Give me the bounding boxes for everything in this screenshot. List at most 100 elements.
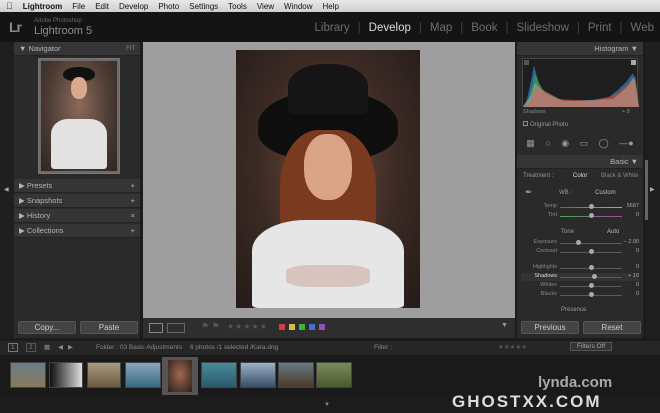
presets-header[interactable]: ▶ Presets + — [14, 179, 140, 193]
navigator-preview[interactable] — [38, 58, 120, 174]
filters-off-select[interactable]: Filters Off — [570, 342, 613, 351]
menu-view[interactable]: View — [257, 2, 274, 11]
right-panel: Histogram ▼ Shadows + 8 Original Photo ▦… — [517, 42, 643, 338]
page-1[interactable]: 1 — [8, 343, 18, 352]
module-map[interactable]: Map — [430, 22, 452, 34]
shirt-shape — [252, 220, 404, 308]
right-panel-scrollbar[interactable] — [645, 160, 648, 220]
reset-button[interactable]: Reset — [583, 321, 641, 334]
module-picker: Library | Develop | Map | Book | Slideshow | … — [314, 22, 654, 34]
navigator-header[interactable]: ▼ Navigator FIT — [14, 42, 140, 56]
module-library[interactable]: Library — [315, 22, 350, 34]
grid-icon[interactable]: ▦ — [44, 343, 50, 351]
center-toolbar: ⚑ ⚑ ★★★★★ ▼ — [143, 318, 515, 338]
treatment-color[interactable]: Color — [573, 173, 587, 179]
label-red[interactable] — [279, 324, 285, 330]
thumbnail-3[interactable] — [87, 362, 121, 388]
adjustment-brush-icon[interactable]: —● — [619, 138, 633, 148]
source-path[interactable]: Folder : 03 Basic Adjustments — [96, 344, 182, 351]
original-photo-row[interactable]: Original Photo — [523, 121, 568, 128]
radial-filter-icon[interactable]: ◯ — [599, 138, 609, 149]
menu-develop[interactable]: Develop — [119, 2, 148, 11]
page-2[interactable]: 2 — [26, 343, 36, 352]
menu-photo[interactable]: Photo — [158, 2, 179, 11]
forward-arrow-icon[interactable]: ▶ — [68, 343, 73, 351]
navigator-thumbnail — [41, 61, 117, 171]
hat-crown-shape — [288, 64, 368, 114]
menu-edit[interactable]: Edit — [95, 2, 109, 11]
menu-settings[interactable]: Settings — [189, 2, 218, 11]
module-web[interactable]: Web — [631, 22, 654, 34]
slider-contrast[interactable]: Contrast 0 — [521, 248, 639, 256]
thumbnail-selected-frame[interactable] — [162, 357, 198, 395]
module-book[interactable]: Book — [471, 22, 497, 34]
spot-removal-icon[interactable]: ○ — [545, 138, 550, 148]
nav-fit[interactable]: FIT — [126, 46, 135, 52]
filter-stars-icon[interactable]: ★★★★★ — [498, 343, 527, 351]
treatment-bw[interactable]: Black & White — [601, 173, 638, 179]
right-collapse-icon: ▶ — [650, 187, 655, 193]
module-print[interactable]: Print — [588, 22, 612, 34]
collections-header[interactable]: ▶ Collections + — [14, 224, 140, 238]
red-eye-icon[interactable]: ◉ — [561, 138, 569, 149]
adobe-label: Adobe Photoshop — [34, 18, 82, 24]
thumbnail-7[interactable] — [240, 362, 276, 388]
menu-tools[interactable]: Tools — [228, 2, 247, 11]
label-blue[interactable] — [309, 324, 315, 330]
histogram-header[interactable]: Histogram ▼ — [517, 42, 643, 56]
tool-strip: ▦ ○ ◉ ▭ ◯ —● — [521, 136, 639, 150]
slider-shadows[interactable]: Shadows + 10 — [521, 273, 639, 281]
slider-tint[interactable]: Tint 0 — [521, 212, 639, 220]
histogram-graph[interactable] — [522, 58, 639, 107]
before-after-icon[interactable] — [167, 323, 185, 333]
shadow-clip-indicator[interactable] — [524, 60, 529, 65]
thumbnail-2[interactable] — [49, 362, 83, 388]
module-slideshow[interactable]: Slideshow — [516, 22, 568, 34]
slider-blacks[interactable]: Blacks 0 — [521, 291, 639, 299]
menu-help[interactable]: Help — [323, 2, 339, 11]
tone-auto-button[interactable]: Auto — [607, 229, 619, 235]
basic-header[interactable]: Basic ▼ — [517, 155, 643, 169]
thumbnail-9[interactable] — [316, 362, 352, 388]
thumbnail-6[interactable] — [201, 362, 237, 388]
label-green[interactable] — [299, 324, 305, 330]
star-rating-icon[interactable]: ★★★★★ — [227, 322, 268, 331]
slider-knob — [588, 213, 594, 218]
slider-knob — [576, 240, 582, 245]
thumbnail-5[interactable] — [168, 360, 192, 392]
previous-button[interactable]: Previous — [521, 321, 579, 334]
label-yellow[interactable] — [289, 324, 295, 330]
main-photo[interactable] — [236, 50, 420, 308]
menu-app[interactable]: Lightroom — [23, 2, 63, 11]
menu-window[interactable]: Window — [284, 2, 312, 11]
slider-whites[interactable]: Whites 0 — [521, 282, 639, 290]
menu-file[interactable]: File — [72, 2, 85, 11]
highlight-clip-indicator[interactable] — [631, 60, 636, 65]
flag-icon[interactable]: ⚑ ⚑ — [201, 321, 220, 332]
paste-button[interactable]: Paste — [80, 321, 138, 334]
wb-select[interactable]: Custom — [595, 190, 616, 196]
thumbnail-4[interactable] — [125, 362, 161, 388]
snapshots-header[interactable]: ▶ Snapshots + — [14, 194, 140, 208]
apple-icon[interactable]:  — [6, 1, 13, 11]
lynda-watermark: lynda.com — [538, 374, 613, 391]
graduated-filter-icon[interactable]: ▭ — [580, 138, 589, 149]
filmstrip-collapse-icon[interactable]: ▼ — [324, 402, 330, 408]
copy-button[interactable]: Copy... — [18, 321, 76, 334]
crop-icon[interactable]: ▦ — [526, 138, 535, 149]
white-balance-eyedropper-icon[interactable]: ✒ — [525, 187, 533, 198]
slider-highlights[interactable]: Highlights 0 — [521, 264, 639, 272]
right-edge[interactable]: ▶ — [646, 42, 660, 338]
module-develop[interactable]: Develop — [369, 22, 411, 34]
thumbnail-8[interactable] — [278, 362, 314, 388]
label-purple[interactable] — [319, 324, 325, 330]
loupe-view-icon[interactable] — [149, 323, 163, 333]
back-arrow-icon[interactable]: ◀ — [58, 343, 63, 351]
slider-temp[interactable]: Temp 5687 — [521, 203, 639, 211]
slider-exposure[interactable]: Exposure − 2.00 — [521, 239, 639, 247]
history-header[interactable]: ▶ History × — [14, 209, 140, 223]
toolbar-menu-icon[interactable]: ▼ — [501, 322, 508, 329]
thumbnail-1[interactable] — [10, 362, 46, 388]
left-edge[interactable]: ◀ — [0, 42, 14, 338]
slider-knob — [588, 292, 594, 297]
